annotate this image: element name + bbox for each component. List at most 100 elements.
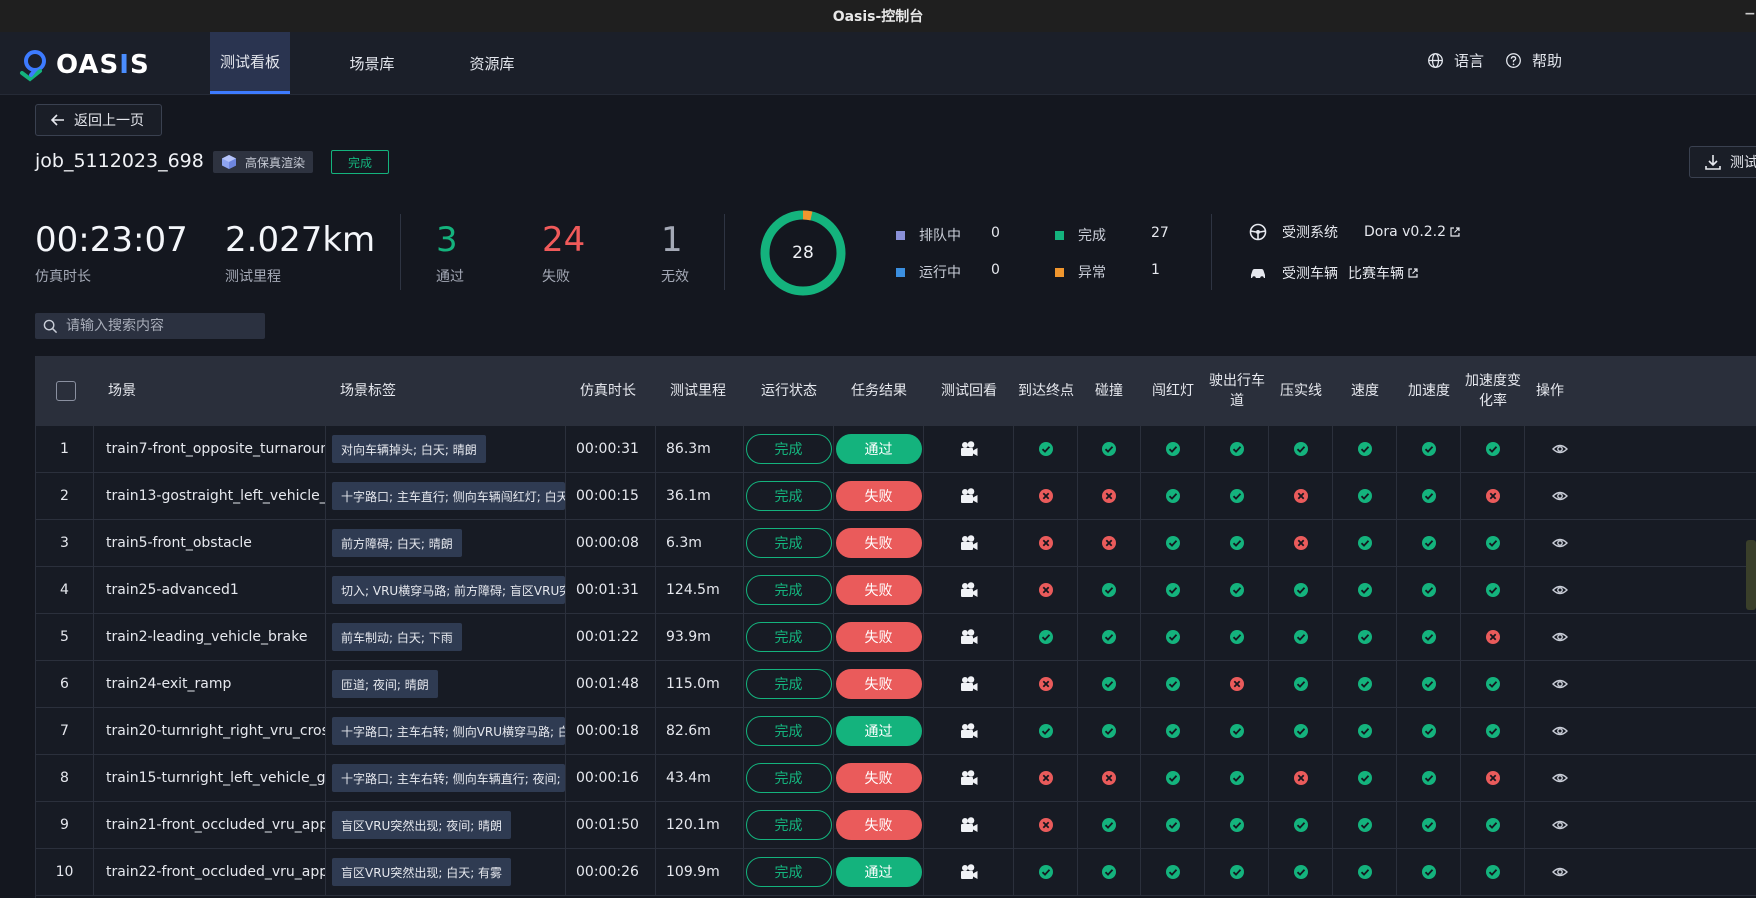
table-row[interactable]: 7 train20-turnright_right_vru_cross 十字路口; …	[36, 708, 1756, 755]
sut-label: 受测系统	[1282, 225, 1338, 241]
car-icon	[1251, 269, 1265, 280]
row-index: 2	[36, 473, 94, 519]
scrollbar-thumb[interactable]	[1746, 540, 1756, 610]
table-row[interactable]: 10train22-front_occluded_vru_appear盲区VRU…	[36, 849, 1756, 896]
scene-name[interactable]: train13-gostraight_left_vehicle_runred	[94, 473, 326, 519]
tab-scenario-library[interactable]: 场景库	[332, 32, 412, 94]
check-pass-icon	[1165, 629, 1181, 645]
check-collision	[1077, 473, 1141, 519]
search-input[interactable]	[66, 318, 256, 334]
stat-invalid-label: 无效	[661, 269, 689, 285]
eye-icon[interactable]	[1552, 676, 1568, 692]
check-pass-icon	[1293, 441, 1309, 457]
table-row[interactable]: 1 train7-front_opposite_turnaround 对向车辆掉头;…	[36, 426, 1756, 473]
scene-tags-cell: 盲区VRU突然出现; 白天; 有雾	[326, 849, 566, 895]
table-row[interactable]: 4 train25-advanced1 切入; VRU横穿马路; 前方障碍; 盲区V…	[36, 567, 1756, 614]
check-pass-icon	[1229, 770, 1245, 786]
header-distance[interactable]: 测试里程	[656, 356, 744, 426]
vehicle-link[interactable]: 比赛车辆	[1348, 263, 1419, 283]
eye-icon[interactable]	[1552, 817, 1568, 833]
check-solid-line	[1269, 614, 1333, 660]
sim-time: 00:01:48	[566, 661, 656, 707]
select-all-checkbox[interactable]	[56, 381, 76, 401]
check-collision	[1077, 802, 1141, 848]
eye-icon[interactable]	[1552, 770, 1568, 786]
scene-tags-cell: 前车制动; 白天; 下雨	[326, 614, 566, 660]
check-red-light	[1141, 755, 1205, 801]
scene-name[interactable]: train22-front_occluded_vru_appear	[94, 849, 326, 895]
scene-name[interactable]: train25-advanced1	[94, 567, 326, 613]
result-badge: 失败	[835, 622, 922, 652]
stat-pass-label: 通过	[436, 269, 464, 285]
video-camera-icon[interactable]	[959, 628, 979, 646]
video-camera-icon[interactable]	[959, 440, 979, 458]
check-fail-icon	[1229, 676, 1245, 692]
eye-icon[interactable]	[1552, 629, 1568, 645]
video-camera-icon[interactable]	[959, 675, 979, 693]
distance: 43.4m	[656, 755, 744, 801]
video-camera-icon[interactable]	[959, 816, 979, 834]
scene-name[interactable]: train20-turnright_right_vru_cross	[94, 708, 326, 754]
eye-icon[interactable]	[1552, 864, 1568, 880]
check-accel	[1397, 661, 1461, 707]
table-row[interactable]: 2train13-gostraight_left_vehicle_runred十…	[36, 473, 1756, 520]
back-button[interactable]: 返回上一页	[35, 104, 162, 136]
external-link-icon	[1408, 268, 1418, 278]
check-lane-exit	[1205, 708, 1269, 754]
header-sim-time[interactable]: 仿真时长	[566, 356, 656, 426]
scene-name[interactable]: train21-front_occluded_vru_appear	[94, 802, 326, 848]
scene-name[interactable]: train24-exit_ramp	[94, 661, 326, 707]
table-row[interactable]: 3 train5-front_obstacle 前方障碍; 白天; 晴朗 00:00:…	[36, 520, 1756, 567]
check-pass-icon	[1357, 817, 1373, 833]
table-row[interactable]: 5 train2-leading_vehicle_brake 前车制动; 白天; 下…	[36, 614, 1756, 661]
check-red-light	[1141, 520, 1205, 566]
check-solid-line	[1269, 708, 1333, 754]
table-row[interactable]: 8train15-turnright_left_vehicle_gostraig…	[36, 755, 1756, 802]
row-index: 5	[36, 614, 94, 660]
sut-link[interactable]: Dora v0.2.2	[1364, 224, 1461, 240]
scene-name[interactable]: train15-turnright_left_vehicle_gostraigh…	[94, 755, 326, 801]
eye-icon[interactable]	[1552, 441, 1568, 457]
ops-cell	[1525, 426, 1595, 472]
run-status-cell: 完成	[744, 661, 834, 707]
scene-tags-cell: 十字路口; 主车右转; 侧向VRU横穿马路; 白天; 晴朗	[326, 708, 566, 754]
language-button[interactable]: 语言	[1427, 50, 1484, 71]
help-button[interactable]: 帮助	[1505, 50, 1562, 71]
video-camera-icon[interactable]	[959, 769, 979, 787]
eye-icon[interactable]	[1552, 582, 1568, 598]
export-report-button[interactable]: 测试	[1689, 146, 1756, 178]
header-scene[interactable]: 场景	[94, 356, 326, 426]
scene-tags-cell: 前方障碍; 白天; 晴朗	[326, 520, 566, 566]
scene-name[interactable]: train7-front_opposite_turnaround	[94, 426, 326, 472]
scene-name[interactable]: train5-front_obstacle	[94, 520, 326, 566]
check-pass-icon	[1293, 629, 1309, 645]
minimize-button[interactable]: −	[1744, 6, 1756, 26]
table-row[interactable]: 6 train24-exit_ramp 匝道; 夜间; 晴朗 00:01:48 115.…	[36, 661, 1756, 708]
eye-icon[interactable]	[1552, 535, 1568, 551]
divider	[724, 214, 725, 290]
eye-icon[interactable]	[1552, 488, 1568, 504]
video-camera-icon[interactable]	[959, 487, 979, 505]
table-row[interactable]: 9train21-front_occluded_vru_appear盲区VRU突…	[36, 802, 1756, 849]
scene-name[interactable]: train2-leading_vehicle_brake	[94, 614, 326, 660]
video-camera-icon[interactable]	[959, 534, 979, 552]
video-camera-icon[interactable]	[959, 863, 979, 881]
tab-resource-library[interactable]: 资源库	[452, 32, 532, 94]
check-lane-exit	[1205, 473, 1269, 519]
check-fail-icon	[1038, 817, 1054, 833]
header-run-status[interactable]: 运行状态	[744, 356, 834, 426]
scene-tags-cell: 十字路口; 主车直行; 侧向车辆闯红灯; 白天; 晴朗	[326, 473, 566, 519]
check-fail-icon	[1101, 770, 1117, 786]
run-status-badge: 完成	[745, 669, 832, 699]
table-header: 场景 场景标签 仿真时长 测试里程 运行状态 任务结果 测试回看 到达终点 碰撞…	[36, 356, 1756, 426]
video-camera-icon[interactable]	[959, 581, 979, 599]
run-status-badge: 完成	[745, 434, 832, 464]
header-result[interactable]: 任务结果	[834, 356, 924, 426]
oasis-logo[interactable]: OASIS	[18, 47, 150, 83]
scene-tag: 对向车辆掉头; 白天; 晴朗	[332, 435, 486, 463]
result-badge: 通过	[835, 434, 922, 464]
video-camera-icon[interactable]	[959, 722, 979, 740]
tab-test-dashboard[interactable]: 测试看板	[210, 32, 290, 94]
check-pass-icon	[1357, 864, 1373, 880]
eye-icon[interactable]	[1552, 723, 1568, 739]
